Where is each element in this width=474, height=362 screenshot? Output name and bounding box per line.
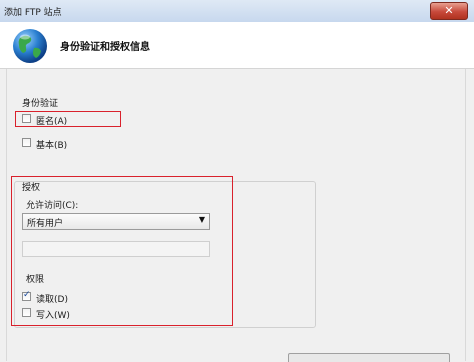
close-button[interactable]: ✕ <box>430 2 468 20</box>
users-roles-input <box>22 241 210 257</box>
anonymous-checkbox[interactable] <box>22 114 31 123</box>
window-title: 添加 FTP 站点 <box>4 8 62 18</box>
left-divider <box>6 69 7 361</box>
wizard-header: 身份验证和授权信息 <box>0 22 474 69</box>
right-divider <box>465 69 466 361</box>
close-icon: ✕ <box>444 4 454 17</box>
read-label[interactable]: 读取(D) <box>36 292 68 305</box>
title-bar: 添加 FTP 站点 ✕ <box>0 0 474 23</box>
checkmark-icon: ✓ <box>23 290 31 300</box>
globe-icon <box>13 29 47 63</box>
permissions-label: 权限 <box>26 275 45 285</box>
basic-label[interactable]: 基本(B) <box>36 138 67 151</box>
allow-access-value: 所有用户 <box>27 219 64 229</box>
page-title: 身份验证和授权信息 <box>60 42 150 53</box>
basic-checkbox[interactable] <box>22 138 31 147</box>
chevron-down-icon: ▼ <box>198 215 205 224</box>
write-label[interactable]: 写入(W) <box>36 308 70 321</box>
read-checkbox[interactable]: ✓ <box>22 290 31 301</box>
authorization-label: 授权 <box>22 183 41 193</box>
anonymous-label[interactable]: 匿名(A) <box>36 114 67 127</box>
allow-access-select[interactable]: 所有用户 ▼ <box>22 213 210 230</box>
authentication-label: 身份验证 <box>22 99 59 109</box>
allow-access-label: 允许访问(C): <box>26 201 79 211</box>
write-checkbox[interactable] <box>22 308 31 317</box>
